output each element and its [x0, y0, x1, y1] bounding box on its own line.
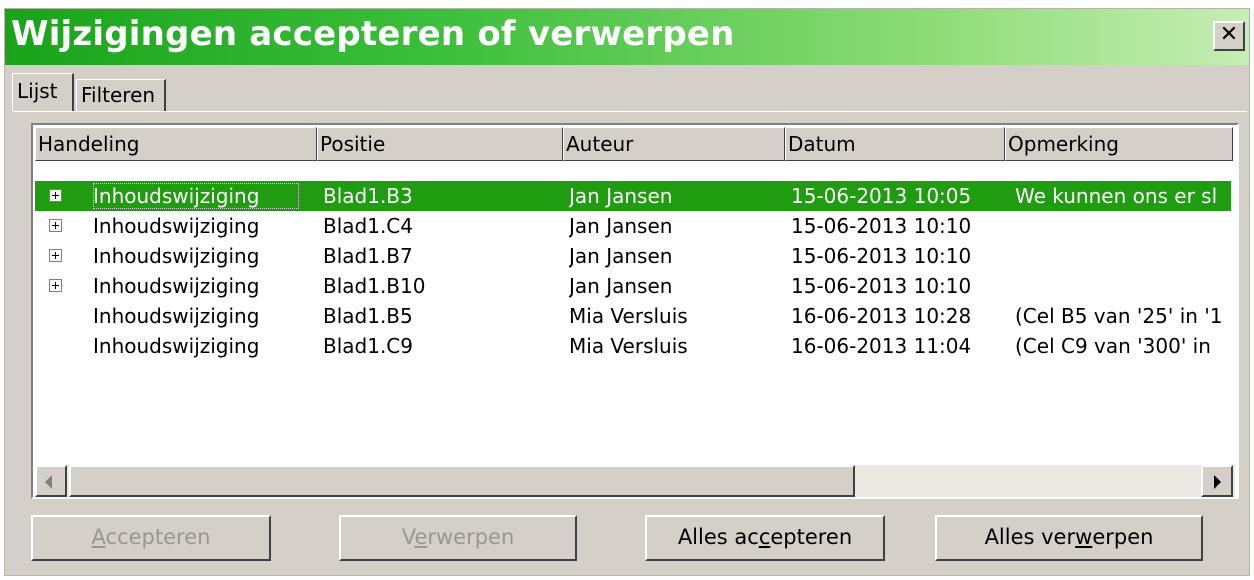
tab-filteren-label: Filteren: [81, 83, 156, 107]
column-header-auteur[interactable]: Auteur: [563, 127, 785, 161]
cell-action: Inhoudswijziging: [93, 334, 260, 358]
cell-comment: (Cel B5 van '25' in '1: [1015, 304, 1223, 328]
table-row[interactable]: Inhoudswijziging Blad1.B10 Jan Jansen 15…: [35, 271, 1231, 301]
cell-position: Blad1.C4: [323, 214, 413, 238]
dialog-title: Wijzigingen accepteren of verwerpen: [11, 14, 735, 54]
table-row[interactable]: Inhoudswijziging Blad1.C9 Mia Versluis 1…: [35, 331, 1231, 361]
expand-icon[interactable]: [49, 279, 62, 292]
reject-all-button[interactable]: Alles verwerpen: [935, 515, 1203, 561]
mnemonic: A: [91, 525, 106, 549]
tab-lijst[interactable]: Lijst: [12, 73, 74, 111]
scroll-right-button[interactable]: [1201, 465, 1233, 497]
cell-action: Inhoudswijziging: [93, 244, 260, 268]
cell-date: 15-06-2013 10:05: [791, 184, 972, 208]
cell-author: Jan Jansen: [569, 274, 673, 298]
cell-comment: We kunnen ons er sl: [1015, 184, 1218, 208]
scroll-left-button[interactable]: [35, 465, 67, 497]
cell-date: 15-06-2013 10:10: [791, 214, 972, 238]
cell-action: Inhoudswijziging: [93, 304, 260, 328]
cell-action: Inhoudswijziging: [93, 274, 260, 298]
scrollbar-thumb[interactable]: [69, 465, 855, 497]
cell-position: Blad1.B10: [323, 274, 426, 298]
cell-author: Mia Versluis: [569, 304, 688, 328]
cell-author: Jan Jansen: [569, 214, 673, 238]
tab-filteren[interactable]: Filteren: [76, 79, 166, 111]
table-row[interactable]: Inhoudswijziging Blad1.C4 Jan Jansen 15-…: [35, 211, 1231, 241]
tab-panel-border: [13, 111, 1247, 112]
column-header-handeling[interactable]: Handeling: [35, 127, 317, 161]
title-bar[interactable]: Wijzigingen accepteren of verwerpen ✕: [5, 9, 1249, 65]
cell-position: Blad1.B5: [323, 304, 413, 328]
arrow-left-icon: [45, 475, 52, 489]
close-icon: ✕: [1219, 22, 1239, 47]
cell-author: Jan Jansen: [569, 244, 673, 268]
cell-comment: (Cel C9 van '300' in: [1015, 334, 1211, 358]
expand-icon[interactable]: [49, 219, 62, 232]
close-button[interactable]: ✕: [1213, 21, 1245, 51]
cell-date: 15-06-2013 10:10: [791, 274, 972, 298]
cell-position: Blad1.B7: [323, 244, 413, 268]
cell-author: Jan Jansen: [569, 184, 673, 208]
cell-date: 16-06-2013 11:04: [791, 334, 972, 358]
tab-lijst-label: Lijst: [17, 79, 58, 103]
cell-position: Blad1.C9: [323, 334, 413, 358]
arrow-right-icon: [1214, 475, 1221, 489]
reject-button[interactable]: Verwerpen: [339, 515, 577, 561]
cell-position: Blad1.B3: [323, 184, 413, 208]
mnemonic: c: [758, 525, 771, 549]
dialog-window: Wijzigingen accepteren of verwerpen ✕ Li…: [4, 8, 1250, 576]
expand-icon[interactable]: [49, 189, 62, 202]
table-row[interactable]: Inhoudswijziging Blad1.B7 Jan Jansen 15-…: [35, 241, 1231, 271]
expand-icon[interactable]: [49, 249, 62, 262]
cell-date: 15-06-2013 10:10: [791, 244, 972, 268]
column-header-datum[interactable]: Datum: [785, 127, 1005, 161]
column-header-opmerking[interactable]: Opmerking: [1005, 127, 1233, 161]
column-header-positie[interactable]: Positie: [317, 127, 563, 161]
cell-action: Inhoudswijziging: [93, 214, 260, 238]
cell-action: Inhoudswijziging: [93, 183, 299, 209]
horizontal-scrollbar[interactable]: [35, 465, 1235, 497]
changes-list[interactable]: Handeling Positie Auteur Datum Opmerking…: [31, 123, 1239, 499]
accept-button[interactable]: Accepteren: [31, 515, 271, 561]
mnemonic: w: [1075, 525, 1093, 549]
cell-author: Mia Versluis: [569, 334, 688, 358]
table-row[interactable]: Inhoudswijziging Blad1.B3 Jan Jansen 15-…: [35, 181, 1231, 211]
accept-all-button[interactable]: Alles accepteren: [645, 515, 885, 561]
mnemonic: e: [414, 525, 428, 549]
table-row[interactable]: Inhoudswijziging Blad1.B5 Mia Versluis 1…: [35, 301, 1231, 331]
cell-date: 16-06-2013 10:28: [791, 304, 972, 328]
